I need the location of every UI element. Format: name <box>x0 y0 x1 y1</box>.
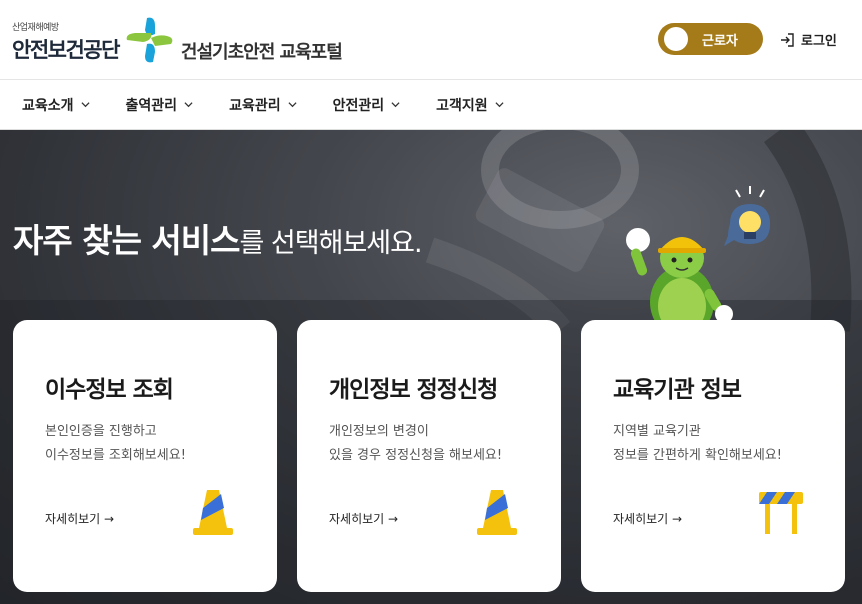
chevron-down-icon <box>391 102 400 108</box>
login-link[interactable]: 로그인 <box>779 30 837 49</box>
toggle-knob <box>664 27 688 51</box>
card-description: 개인정보의 변경이 있을 경우 정정신청을 해보세요! <box>329 420 502 468</box>
nav-item-label: 교육소개 <box>22 97 74 114</box>
card-description: 지역별 교육기관 정보를 간편하게 확인해보세요! <box>613 420 782 468</box>
card-desc-line: 정보를 간편하게 확인해보세요! <box>613 448 782 463</box>
site-logo[interactable]: 산업재해예방 안전보건공단 건설기초안전 교육포털 <box>12 12 343 72</box>
hero-title-rest: 를 선택해보세요. <box>239 228 423 259</box>
hero-title: 자주 찾는 서비스를 선택해보세요. <box>13 214 423 262</box>
nav-item-label: 교육관리 <box>229 97 281 114</box>
card-title: 교육기관 정보 <box>613 377 742 403</box>
hero-title-strong: 자주 찾는 서비스 <box>13 221 240 260</box>
card-desc-line: 지역별 교육기관 <box>613 424 701 439</box>
traffic-cone-icon <box>477 490 517 535</box>
more-link[interactable]: 자세히보기 → <box>613 510 682 527</box>
login-label: 로그인 <box>801 34 837 49</box>
main-nav: 교육소개 출역관리 교육관리 안전관리 고객지원 <box>0 80 862 130</box>
nav-item-attendance[interactable]: 출역관리 <box>126 95 194 115</box>
barricade-icon <box>759 492 803 534</box>
nav-item-label: 출역관리 <box>125 97 178 114</box>
card-desc-line: 이수정보를 조회해보세요! <box>45 448 186 463</box>
cross-logo-icon <box>125 16 175 66</box>
card-desc-line: 개인정보의 변경이 <box>329 424 429 439</box>
toggle-label: 근로자 <box>702 33 738 49</box>
nav-item-safety[interactable]: 안전관리 <box>333 95 401 115</box>
nav-item-education-intro[interactable]: 교육소개 <box>22 95 90 115</box>
more-link[interactable]: 자세히보기 → <box>45 510 114 527</box>
card-desc-line: 있을 경우 정정신청을 해보세요! <box>329 448 503 463</box>
service-card-personal-info[interactable]: 개인정보 정정신청 개인정보의 변경이 있을 경우 정정신청을 해보세요! 자세… <box>297 320 561 592</box>
site-header: 산업재해예방 안전보건공단 건설기초안전 교육포털 근로자 로그인 <box>0 0 862 80</box>
service-card-institution[interactable]: 교육기관 정보 지역별 교육기관 정보를 간편하게 확인해보세요! 자세히보기 … <box>581 320 845 592</box>
chevron-down-icon <box>495 102 504 108</box>
logo-subtitle: 산업재해예방 <box>12 23 59 33</box>
card-title: 개인정보 정정신청 <box>329 377 498 403</box>
chevron-down-icon <box>80 102 90 108</box>
logo-text: 산업재해예방 안전보건공단 <box>12 14 120 72</box>
worker-toggle[interactable]: 근로자 <box>658 23 763 55</box>
nav-item-education-manage[interactable]: 교육관리 <box>229 95 297 115</box>
hero-section: 자주 찾는 서비스를 선택해보세요. 이수정보 조회 본인인증을 진행하고 이수… <box>0 130 862 604</box>
nav-item-support[interactable]: 고객지원 <box>436 95 504 115</box>
card-title: 이수정보 조회 <box>45 377 174 403</box>
card-description: 본인인증을 진행하고 이수정보를 조회해보세요! <box>45 420 186 468</box>
card-desc-line: 본인인증을 진행하고 <box>45 424 157 439</box>
chevron-down-icon <box>288 102 297 108</box>
chevron-down-icon <box>184 102 193 108</box>
service-card-completion[interactable]: 이수정보 조회 본인인증을 진행하고 이수정보를 조회해보세요! 자세히보기 → <box>13 320 277 592</box>
more-link[interactable]: 자세히보기 → <box>329 510 398 527</box>
logo-title: 안전보건공단 <box>12 38 120 62</box>
traffic-cone-icon <box>193 490 233 535</box>
portal-name: 건설기초안전 교육포털 <box>180 42 343 63</box>
nav-item-label: 고객지원 <box>436 97 488 114</box>
login-icon <box>781 32 794 47</box>
nav-item-label: 안전관리 <box>332 97 385 114</box>
